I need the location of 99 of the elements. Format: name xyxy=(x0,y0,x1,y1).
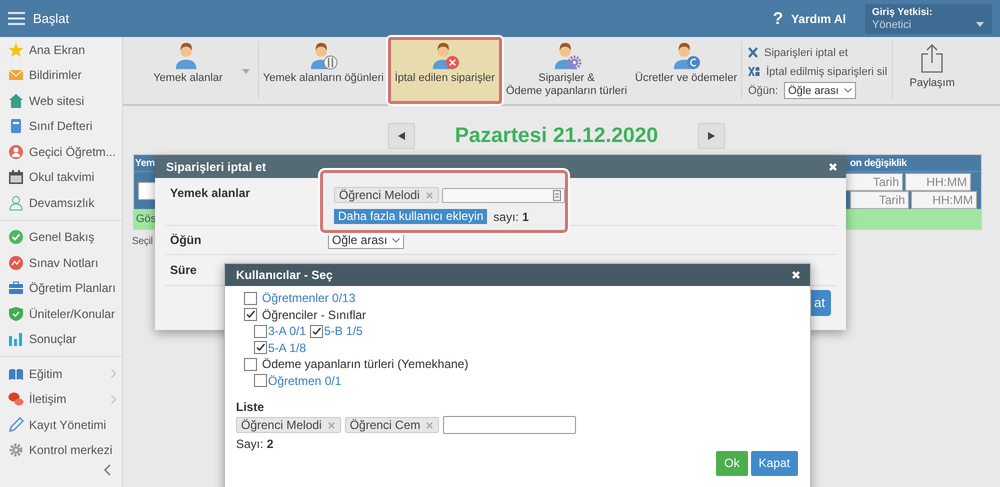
sidebar-item[interactable]: Öğretim Planları xyxy=(0,276,122,301)
toolbar-button[interactable]: Yemek alanlar xyxy=(128,37,258,104)
shield-icon xyxy=(8,306,24,322)
help-link[interactable]: ? Yardım Al xyxy=(772,8,846,28)
list-icon xyxy=(553,190,561,200)
star-icon xyxy=(8,42,24,58)
app-title: Başlat xyxy=(33,11,70,26)
collapse-icon[interactable] xyxy=(104,464,111,476)
checkbox[interactable] xyxy=(310,324,324,338)
sidebar-item[interactable]: Geçici Öğretm... xyxy=(0,139,122,164)
chevron-icon xyxy=(844,88,852,93)
meal-label: Öğün: xyxy=(748,84,778,96)
close-icon[interactable] xyxy=(828,162,838,172)
action-link[interactable]: Siparişleri iptal et xyxy=(748,43,892,62)
group-label: Ödeme yapanların türleri (Yemekhane) xyxy=(262,357,468,372)
right-triangle-icon xyxy=(708,132,716,140)
chip-label: Öğrenci Cem xyxy=(350,418,420,432)
count-text: sayı: 1 xyxy=(493,210,529,224)
user-cutlery-icon xyxy=(308,42,338,70)
role-dropdown[interactable]: Giriş Yetkisi: Yönetici xyxy=(865,4,992,34)
x-icon xyxy=(748,47,758,58)
chip-label: Öğrenci Melodi xyxy=(241,418,322,432)
checkbox[interactable] xyxy=(254,341,267,354)
sidebar-item[interactable]: Kontrol merkezi xyxy=(0,438,122,463)
column-header: on değişiklik xyxy=(850,158,908,168)
gear-icon xyxy=(8,442,24,458)
left-triangle-icon xyxy=(398,132,405,140)
column-header: Yem xyxy=(135,158,155,168)
person-icon xyxy=(8,194,24,211)
group-link[interactable]: 5-B 1/5 xyxy=(324,324,363,338)
share-button[interactable]: Paylaşım xyxy=(893,37,972,104)
user-coin-icon xyxy=(671,42,702,70)
group-link[interactable]: 3-A 0/1 xyxy=(268,324,306,338)
checkbox[interactable] xyxy=(254,324,267,338)
checkbox[interactable] xyxy=(254,374,267,388)
sidebar-item[interactable]: Web sitesi xyxy=(0,88,122,114)
checkbox[interactable] xyxy=(244,308,257,322)
sidebar-item[interactable]: Kayıt Yönetimi xyxy=(0,412,122,438)
date-field[interactable]: Tarih xyxy=(850,190,909,208)
cross-person-icon xyxy=(748,66,760,77)
check-icon xyxy=(8,229,24,246)
close-button[interactable]: Kapat xyxy=(750,451,798,476)
sidebar-item[interactable]: Devamsızlık xyxy=(0,190,122,216)
toolbar-button[interactable]: Yemek alanların öğünleri xyxy=(259,37,388,104)
action-link[interactable]: İptal edilmiş siparişleri sil xyxy=(748,62,892,81)
input-field[interactable] xyxy=(138,182,156,200)
calendar-icon xyxy=(8,169,24,186)
sidebar-item[interactable]: Sonuçlar xyxy=(0,326,122,352)
meal-select[interactable]: Öğle arası xyxy=(784,82,856,99)
sidebar-item[interactable]: Genel Bakış xyxy=(0,224,122,250)
group-label: Öğrenciler - Sınıflar xyxy=(262,308,366,322)
input-field[interactable] xyxy=(443,416,576,434)
time-field[interactable]: HH:MM xyxy=(911,190,977,208)
briefcase-icon xyxy=(8,280,24,296)
sidebar-item[interactable]: İletişim xyxy=(0,386,122,412)
field-label: Süre xyxy=(170,263,197,277)
list-label: Liste xyxy=(236,400,266,414)
chip-label: Öğrenci Melodi xyxy=(339,188,420,202)
notebook-icon xyxy=(8,118,24,134)
dialog-title: Siparişleri iptal et xyxy=(166,160,266,174)
time-field[interactable]: HH:MM xyxy=(905,172,971,190)
help-icon: ? xyxy=(772,8,784,28)
sidebar-item[interactable]: Sınıf Defteri xyxy=(0,114,122,139)
sidebar-item[interactable]: Okul takvimi xyxy=(0,164,122,190)
group-link[interactable]: 5-A 1/8 xyxy=(268,340,306,355)
next-button[interactable] xyxy=(698,123,726,149)
add-users-button[interactable]: Daha fazla kullanıcı ekleyin xyxy=(334,209,488,224)
sidebar-item[interactable]: Üniteler/Konular xyxy=(0,301,122,326)
group-link[interactable]: Öğretmenler 0/13 xyxy=(262,291,356,306)
chart-icon xyxy=(8,254,24,271)
checkbox[interactable] xyxy=(244,292,257,305)
checkbox[interactable] xyxy=(244,358,257,371)
house-icon xyxy=(8,92,24,109)
selection-text: Seçil xyxy=(132,236,153,247)
toolbar-button[interactable]: İptal edilen siparişler xyxy=(388,37,502,104)
sidebar-item[interactable]: Eğitim xyxy=(0,361,122,386)
previous-button[interactable] xyxy=(388,123,415,149)
caret-icon xyxy=(976,22,984,26)
dialog-title: Kullanıcılar - Seç xyxy=(236,268,333,282)
field-label: Yemek alanlar xyxy=(170,186,250,200)
sidebar-item[interactable]: Ana Ekran xyxy=(0,37,122,62)
pen-icon xyxy=(8,416,24,433)
count-text: Sayı: 2 xyxy=(236,437,274,451)
bar-chart-icon xyxy=(8,331,24,348)
close-icon[interactable] xyxy=(791,270,801,280)
sidebar-item[interactable]: Bildirimler xyxy=(0,62,122,88)
chevron-icon xyxy=(392,238,400,242)
toolbar-button[interactable]: Siparişler & Ödeme yapanların türleri xyxy=(502,37,632,104)
sidebar-item[interactable]: Sınav Notları xyxy=(0,250,122,276)
chat-icon xyxy=(8,391,24,408)
date-field[interactable]: Tarih xyxy=(844,172,903,190)
person-icon xyxy=(8,144,24,160)
user-input[interactable] xyxy=(442,188,565,202)
menu-icon[interactable] xyxy=(8,12,25,25)
share-icon xyxy=(920,43,944,73)
date-title: Pazartesi 21.12.2020 xyxy=(454,124,658,148)
group-link[interactable]: Öğretmen 0/1 xyxy=(268,374,342,388)
toolbar-button[interactable]: Ücretler ve ödemeler xyxy=(631,37,742,104)
field-label: Öğün xyxy=(170,233,202,247)
